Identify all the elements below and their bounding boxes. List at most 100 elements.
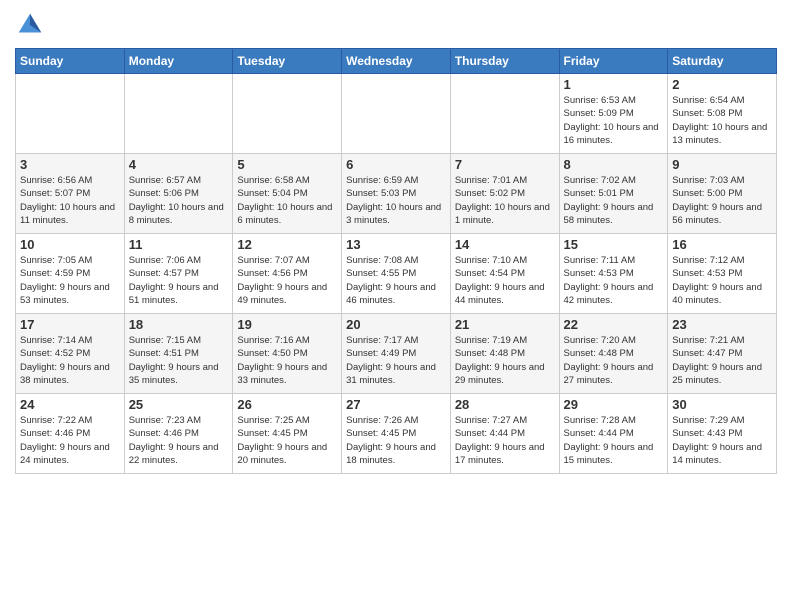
day-info: Sunrise: 7:27 AM Sunset: 4:44 PM Dayligh… xyxy=(455,414,555,467)
day-info: Sunrise: 7:25 AM Sunset: 4:45 PM Dayligh… xyxy=(237,414,337,467)
day-number: 9 xyxy=(672,157,772,172)
day-info: Sunrise: 7:28 AM Sunset: 4:44 PM Dayligh… xyxy=(564,414,664,467)
day-number: 15 xyxy=(564,237,664,252)
day-number: 29 xyxy=(564,397,664,412)
day-cell xyxy=(16,74,125,154)
day-number: 19 xyxy=(237,317,337,332)
day-number: 6 xyxy=(346,157,446,172)
day-info: Sunrise: 7:22 AM Sunset: 4:46 PM Dayligh… xyxy=(20,414,120,467)
day-number: 16 xyxy=(672,237,772,252)
day-info: Sunrise: 7:11 AM Sunset: 4:53 PM Dayligh… xyxy=(564,254,664,307)
logo xyxy=(15,10,49,40)
day-info: Sunrise: 7:21 AM Sunset: 4:47 PM Dayligh… xyxy=(672,334,772,387)
day-number: 7 xyxy=(455,157,555,172)
header-cell-saturday: Saturday xyxy=(668,49,777,74)
day-info: Sunrise: 6:54 AM Sunset: 5:08 PM Dayligh… xyxy=(672,94,772,147)
day-cell: 2 Sunrise: 6:54 AM Sunset: 5:08 PM Daylig… xyxy=(668,74,777,154)
day-number: 4 xyxy=(129,157,229,172)
day-number: 17 xyxy=(20,317,120,332)
day-info: Sunrise: 7:03 AM Sunset: 5:00 PM Dayligh… xyxy=(672,174,772,227)
day-info: Sunrise: 7:06 AM Sunset: 4:57 PM Dayligh… xyxy=(129,254,229,307)
day-info: Sunrise: 7:12 AM Sunset: 4:53 PM Dayligh… xyxy=(672,254,772,307)
day-cell: 16 Sunrise: 7:12 AM Sunset: 4:53 PM Dayli… xyxy=(668,234,777,314)
day-number: 2 xyxy=(672,77,772,92)
day-cell: 27Sunrise: 7:26 AM Sunset: 4:45 PM Dayli… xyxy=(342,394,451,474)
day-cell: 3 Sunrise: 6:56 AM Sunset: 5:07 PM Daylig… xyxy=(16,154,125,234)
day-number: 24 xyxy=(20,397,120,412)
day-cell: 26Sunrise: 7:25 AM Sunset: 4:45 PM Dayli… xyxy=(233,394,342,474)
week-row-4: 17 Sunrise: 7:14 AM Sunset: 4:52 PM Dayli… xyxy=(16,314,777,394)
week-row-2: 3 Sunrise: 6:56 AM Sunset: 5:07 PM Daylig… xyxy=(16,154,777,234)
header-row: SundayMondayTuesdayWednesdayThursdayFrid… xyxy=(16,49,777,74)
day-cell: 4 Sunrise: 6:57 AM Sunset: 5:06 PM Daylig… xyxy=(124,154,233,234)
day-number: 30 xyxy=(672,397,772,412)
day-number: 3 xyxy=(20,157,120,172)
day-info: Sunrise: 6:56 AM Sunset: 5:07 PM Dayligh… xyxy=(20,174,120,227)
day-info: Sunrise: 7:10 AM Sunset: 4:54 PM Dayligh… xyxy=(455,254,555,307)
main-container: SundayMondayTuesdayWednesdayThursdayFrid… xyxy=(0,0,792,479)
day-number: 12 xyxy=(237,237,337,252)
day-cell: 19 Sunrise: 7:16 AM Sunset: 4:50 PM Dayli… xyxy=(233,314,342,394)
header-cell-friday: Friday xyxy=(559,49,668,74)
day-cell: 1Sunrise: 6:53 AM Sunset: 5:09 PM Daylig… xyxy=(559,74,668,154)
day-cell xyxy=(124,74,233,154)
day-info: Sunrise: 7:23 AM Sunset: 4:46 PM Dayligh… xyxy=(129,414,229,467)
calendar-body: 1Sunrise: 6:53 AM Sunset: 5:09 PM Daylig… xyxy=(16,74,777,474)
day-info: Sunrise: 7:19 AM Sunset: 4:48 PM Dayligh… xyxy=(455,334,555,387)
day-number: 5 xyxy=(237,157,337,172)
day-info: Sunrise: 7:02 AM Sunset: 5:01 PM Dayligh… xyxy=(564,174,664,227)
day-cell: 12 Sunrise: 7:07 AM Sunset: 4:56 PM Dayli… xyxy=(233,234,342,314)
day-info: Sunrise: 7:16 AM Sunset: 4:50 PM Dayligh… xyxy=(237,334,337,387)
day-cell: 9 Sunrise: 7:03 AM Sunset: 5:00 PM Daylig… xyxy=(668,154,777,234)
day-number: 18 xyxy=(129,317,229,332)
day-number: 1 xyxy=(564,77,664,92)
header-cell-monday: Monday xyxy=(124,49,233,74)
day-number: 14 xyxy=(455,237,555,252)
day-number: 25 xyxy=(129,397,229,412)
day-info: Sunrise: 6:59 AM Sunset: 5:03 PM Dayligh… xyxy=(346,174,446,227)
day-cell: 14 Sunrise: 7:10 AM Sunset: 4:54 PM Dayli… xyxy=(450,234,559,314)
header xyxy=(15,10,777,40)
day-info: Sunrise: 7:17 AM Sunset: 4:49 PM Dayligh… xyxy=(346,334,446,387)
calendar-header: SundayMondayTuesdayWednesdayThursdayFrid… xyxy=(16,49,777,74)
day-info: Sunrise: 7:01 AM Sunset: 5:02 PM Dayligh… xyxy=(455,174,555,227)
day-cell: 23 Sunrise: 7:21 AM Sunset: 4:47 PM Dayli… xyxy=(668,314,777,394)
week-row-5: 24 Sunrise: 7:22 AM Sunset: 4:46 PM Dayli… xyxy=(16,394,777,474)
day-info: Sunrise: 7:14 AM Sunset: 4:52 PM Dayligh… xyxy=(20,334,120,387)
day-cell xyxy=(450,74,559,154)
day-cell: 29 Sunrise: 7:28 AM Sunset: 4:44 PM Dayli… xyxy=(559,394,668,474)
week-row-3: 10 Sunrise: 7:05 AM Sunset: 4:59 PM Dayli… xyxy=(16,234,777,314)
day-number: 13 xyxy=(346,237,446,252)
day-cell: 28 Sunrise: 7:27 AM Sunset: 4:44 PM Dayli… xyxy=(450,394,559,474)
header-cell-wednesday: Wednesday xyxy=(342,49,451,74)
day-info: Sunrise: 7:08 AM Sunset: 4:55 PM Dayligh… xyxy=(346,254,446,307)
day-info: Sunrise: 6:58 AM Sunset: 5:04 PM Dayligh… xyxy=(237,174,337,227)
day-number: 21 xyxy=(455,317,555,332)
day-info: Sunrise: 7:05 AM Sunset: 4:59 PM Dayligh… xyxy=(20,254,120,307)
day-cell xyxy=(233,74,342,154)
day-info: Sunrise: 7:20 AM Sunset: 4:48 PM Dayligh… xyxy=(564,334,664,387)
day-cell: 11 Sunrise: 7:06 AM Sunset: 4:57 PM Dayli… xyxy=(124,234,233,314)
day-info: Sunrise: 7:07 AM Sunset: 4:56 PM Dayligh… xyxy=(237,254,337,307)
day-info: Sunrise: 7:15 AM Sunset: 4:51 PM Dayligh… xyxy=(129,334,229,387)
day-cell: 8 Sunrise: 7:02 AM Sunset: 5:01 PM Daylig… xyxy=(559,154,668,234)
day-cell: 30Sunrise: 7:29 AM Sunset: 4:43 PM Dayli… xyxy=(668,394,777,474)
day-cell: 5 Sunrise: 6:58 AM Sunset: 5:04 PM Daylig… xyxy=(233,154,342,234)
day-number: 22 xyxy=(564,317,664,332)
day-number: 10 xyxy=(20,237,120,252)
day-cell: 13 Sunrise: 7:08 AM Sunset: 4:55 PM Dayli… xyxy=(342,234,451,314)
day-number: 28 xyxy=(455,397,555,412)
day-cell: 15 Sunrise: 7:11 AM Sunset: 4:53 PM Dayli… xyxy=(559,234,668,314)
header-cell-thursday: Thursday xyxy=(450,49,559,74)
day-cell: 24 Sunrise: 7:22 AM Sunset: 4:46 PM Dayli… xyxy=(16,394,125,474)
header-cell-sunday: Sunday xyxy=(16,49,125,74)
day-cell: 22 Sunrise: 7:20 AM Sunset: 4:48 PM Dayli… xyxy=(559,314,668,394)
day-number: 8 xyxy=(564,157,664,172)
day-info: Sunrise: 6:57 AM Sunset: 5:06 PM Dayligh… xyxy=(129,174,229,227)
day-cell: 17 Sunrise: 7:14 AM Sunset: 4:52 PM Dayli… xyxy=(16,314,125,394)
day-number: 11 xyxy=(129,237,229,252)
day-info: Sunrise: 7:26 AM Sunset: 4:45 PM Dayligh… xyxy=(346,414,446,467)
day-number: 23 xyxy=(672,317,772,332)
day-cell: 21 Sunrise: 7:19 AM Sunset: 4:48 PM Dayli… xyxy=(450,314,559,394)
logo-icon xyxy=(15,10,45,40)
